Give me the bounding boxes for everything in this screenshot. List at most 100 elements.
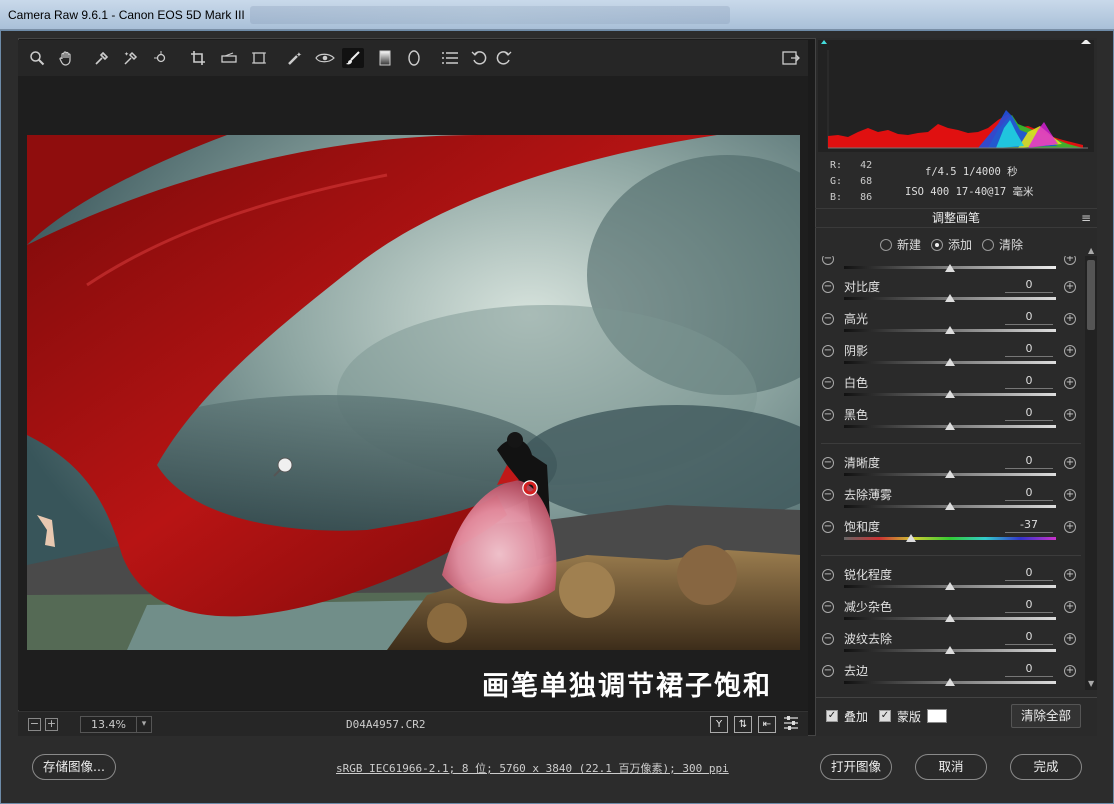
save-image-button[interactable]: 存储图像... [32, 754, 116, 780]
decrease-icon[interactable]: − [822, 313, 834, 325]
cancel-button[interactable]: 取消 [915, 754, 987, 780]
slider-thumb-partial[interactable] [945, 264, 955, 272]
slider-value-field[interactable]: 0 [1005, 310, 1053, 325]
swap-before-after-icon[interactable]: ⇅ [734, 716, 752, 733]
red-eye-icon[interactable] [314, 48, 336, 68]
view-y-button[interactable]: Y [710, 716, 728, 733]
increase-icon[interactable]: + [1064, 601, 1076, 613]
decrease-icon[interactable]: − [822, 281, 834, 293]
open-image-button[interactable]: 打开图像 [820, 754, 892, 780]
slider-thumb[interactable] [945, 614, 955, 622]
slider-thumb[interactable] [905, 534, 916, 542]
crop-tool-icon[interactable] [188, 48, 210, 68]
decrease-icon[interactable]: − [822, 457, 834, 469]
increase-icon[interactable]: + [1064, 409, 1076, 421]
slider-value-field[interactable]: 0 [1005, 454, 1053, 469]
mask-color-swatch[interactable] [927, 709, 947, 723]
target-adjust-icon[interactable] [150, 48, 172, 68]
slider-thumb[interactable] [945, 502, 955, 510]
decrease-icon[interactable]: − [822, 377, 834, 389]
decrease-icon[interactable]: − [822, 633, 834, 645]
workflow-options-link[interactable]: sRGB IEC61966-2.1; 8 位; 5760 x 3840 (22.… [336, 760, 729, 776]
slider-thumb[interactable] [945, 678, 955, 686]
rotate-left-icon[interactable] [468, 48, 490, 68]
spot-removal-icon[interactable]: ✦ [284, 48, 306, 68]
graduated-filter-icon[interactable] [374, 48, 396, 68]
slider-value-field[interactable]: -37 [1005, 518, 1053, 533]
increase-icon[interactable]: + [1064, 377, 1076, 389]
slider-thumb[interactable] [945, 358, 955, 366]
decrease-icon[interactable]: − [822, 665, 834, 677]
mode-new-radio[interactable]: 新建 [880, 236, 921, 253]
decrease-icon[interactable]: − [822, 345, 834, 357]
slider-thumb[interactable] [945, 390, 955, 398]
decrease-icon[interactable]: − [822, 409, 834, 421]
zoom-in-button[interactable]: + [45, 718, 58, 731]
photo-preview[interactable] [27, 135, 800, 650]
highlight-clipping-icon[interactable] [1081, 39, 1091, 44]
copy-settings-icon[interactable]: ⇤ [758, 716, 776, 733]
increase-icon[interactable]: + [1064, 569, 1076, 581]
slider-value-field[interactable]: 0 [1005, 486, 1053, 501]
increase-icon[interactable]: + [1064, 457, 1076, 469]
slider-thumb[interactable] [945, 646, 955, 654]
increase-icon[interactable]: + [1064, 521, 1076, 533]
slider-value-field[interactable]: 0 [1005, 342, 1053, 357]
plus-partial-icon[interactable]: + [1064, 256, 1076, 265]
slider-row: − 白色 0 + [815, 374, 1085, 406]
increase-icon[interactable]: + [1064, 281, 1076, 293]
fullscreen-icon[interactable] [780, 48, 802, 68]
increase-icon[interactable]: + [1064, 345, 1076, 357]
increase-icon[interactable]: + [1064, 633, 1076, 645]
zoom-tool-icon[interactable] [26, 48, 48, 68]
mode-add-radio[interactable]: 添加 [931, 236, 972, 253]
slider-value-field[interactable]: 0 [1005, 662, 1053, 677]
scroll-up-icon[interactable]: ▲ [1088, 246, 1094, 255]
slider-thumb[interactable] [945, 470, 955, 478]
panel-scrollbar[interactable]: ▲ ▼ [1085, 246, 1097, 690]
clear-all-button[interactable]: 清除全部 [1011, 704, 1081, 728]
minus-partial-icon[interactable]: − [822, 256, 834, 265]
straighten-icon[interactable] [218, 48, 240, 68]
slider-track[interactable] [844, 537, 1056, 540]
rotate-right-icon[interactable] [493, 48, 515, 68]
decrease-icon[interactable]: − [822, 569, 834, 581]
preferences-list-icon[interactable] [439, 48, 461, 68]
slider-value-field[interactable]: 0 [1005, 598, 1053, 613]
slider-row: − 对比度 0 + [815, 278, 1085, 310]
slider-thumb[interactable] [945, 582, 955, 590]
overlay-label: 叠加 [844, 710, 869, 724]
decrease-icon[interactable]: − [822, 521, 834, 533]
increase-icon[interactable]: + [1064, 313, 1076, 325]
increase-icon[interactable]: + [1064, 665, 1076, 677]
zoom-out-button[interactable]: − [28, 718, 41, 731]
slider-thumb[interactable] [945, 326, 955, 334]
zoom-dropdown-icon[interactable]: ▾ [136, 717, 151, 732]
slider-thumb[interactable] [945, 422, 955, 430]
decrease-icon[interactable]: − [822, 601, 834, 613]
slider-value-field[interactable]: 0 [1005, 374, 1053, 389]
slider-value-field[interactable]: 0 [1005, 566, 1053, 581]
mask-checkbox[interactable]: ✓ [879, 710, 891, 722]
hand-tool-icon[interactable] [55, 48, 77, 68]
view-settings-icon[interactable] [782, 716, 800, 733]
transform-icon[interactable] [248, 48, 270, 68]
white-balance-icon[interactable] [91, 48, 113, 68]
scroll-down-icon[interactable]: ▼ [1088, 679, 1094, 688]
slider-value-field[interactable]: 0 [1005, 630, 1053, 645]
radial-filter-icon[interactable] [403, 48, 425, 68]
slider-value-field[interactable]: 0 [1005, 278, 1053, 293]
adjustment-brush-icon[interactable] [342, 48, 364, 68]
mask-label: 蒙版 [897, 710, 922, 724]
panel-menu-icon[interactable]: ≡ [1081, 209, 1091, 228]
color-sampler-icon[interactable]: ✦ [120, 48, 142, 68]
increase-icon[interactable]: + [1064, 489, 1076, 501]
shadow-clipping-icon[interactable] [821, 40, 827, 44]
slider-thumb[interactable] [945, 294, 955, 302]
scrollbar-thumb[interactable] [1087, 260, 1095, 330]
mode-clear-radio[interactable]: 清除 [982, 236, 1023, 253]
done-button[interactable]: 完成 [1010, 754, 1082, 780]
decrease-icon[interactable]: − [822, 489, 834, 501]
overlay-checkbox[interactable]: ✓ [826, 710, 838, 722]
slider-value-field[interactable]: 0 [1005, 406, 1053, 421]
